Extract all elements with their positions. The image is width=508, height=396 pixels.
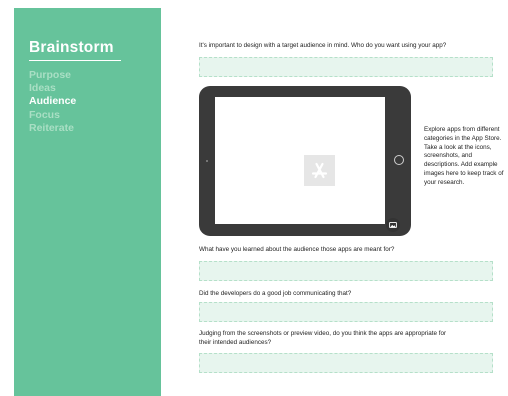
page: Brainstorm Purpose Ideas Audience Focus … bbox=[14, 8, 506, 396]
sidebar-title: Brainstorm bbox=[29, 39, 114, 56]
sidebar: Brainstorm Purpose Ideas Audience Focus … bbox=[14, 8, 161, 396]
sidebar-item-focus[interactable]: Focus bbox=[29, 109, 76, 122]
answer-field-developers-communication[interactable] bbox=[199, 302, 493, 322]
answer-field-audience-learned[interactable] bbox=[199, 261, 493, 281]
ipad-camera bbox=[206, 160, 208, 162]
answer-field-target-audience[interactable] bbox=[199, 57, 493, 77]
question-target-audience: It's important to design with a target a… bbox=[199, 42, 447, 49]
sidebar-item-reiterate[interactable]: Reiterate bbox=[29, 122, 76, 135]
app-store-icon bbox=[304, 155, 335, 186]
ipad-home-button bbox=[394, 155, 404, 165]
add-image-button[interactable] bbox=[386, 218, 400, 232]
ipad-mockup bbox=[199, 86, 411, 236]
question-appropriate-apps: Judging from the screenshots or preview … bbox=[199, 330, 447, 346]
sidebar-item-audience[interactable]: Audience bbox=[29, 95, 76, 108]
question-developers-communication: Did the developers do a good job communi… bbox=[199, 290, 352, 297]
device-instructions: Explore apps from different categories i… bbox=[424, 126, 504, 186]
ipad-screen-drop-area[interactable] bbox=[215, 97, 400, 232]
image-icon bbox=[389, 221, 397, 229]
sidebar-item-ideas[interactable]: Ideas bbox=[29, 82, 76, 95]
question-audience-learned: What have you learned about the audience… bbox=[199, 246, 395, 253]
sidebar-item-purpose[interactable]: Purpose bbox=[29, 69, 76, 82]
sidebar-nav: Purpose Ideas Audience Focus Reiterate bbox=[29, 69, 76, 135]
answer-field-appropriate-apps[interactable] bbox=[199, 353, 493, 373]
sidebar-divider bbox=[29, 60, 121, 61]
